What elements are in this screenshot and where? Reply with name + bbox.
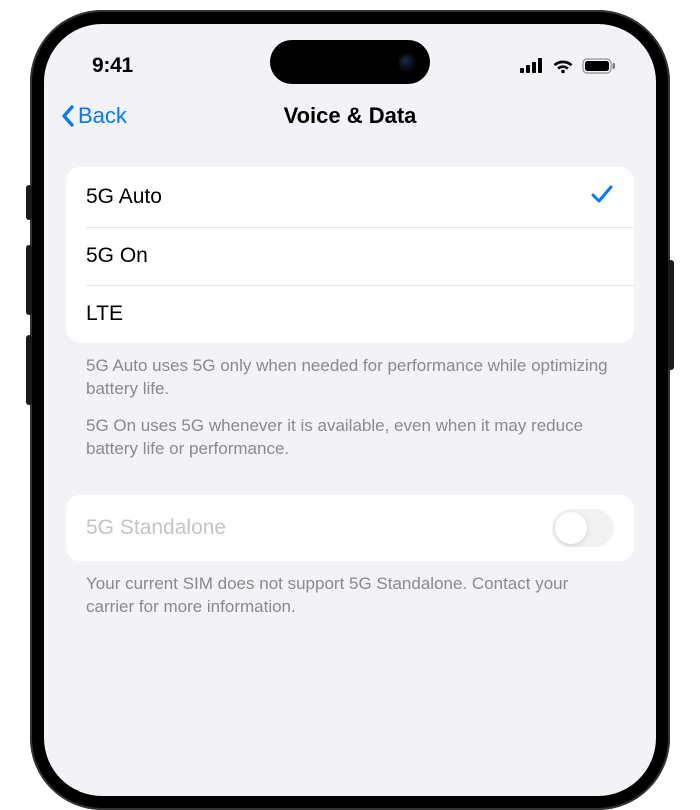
- standalone-footer: Your current SIM does not support 5G Sta…: [66, 561, 634, 619]
- dynamic-island: [270, 40, 430, 84]
- status-time: 9:41: [92, 54, 133, 78]
- toggle-knob: [555, 512, 587, 544]
- standalone-toggle-row: 5G Standalone: [66, 495, 634, 561]
- option-5g-on[interactable]: 5G On: [66, 227, 634, 285]
- standalone-toggle[interactable]: [552, 509, 614, 547]
- option-label: 5G On: [86, 244, 148, 268]
- phone-frame: 9:41: [30, 10, 670, 810]
- footer-text-1: 5G Auto uses 5G only when needed for per…: [66, 343, 634, 401]
- volume-up-button: [26, 245, 32, 315]
- back-button[interactable]: Back: [60, 103, 127, 129]
- option-lte[interactable]: LTE: [66, 285, 634, 343]
- nav-bar: Back Voice & Data: [44, 89, 656, 143]
- battery-icon: [582, 58, 616, 74]
- footer-text-2: 5G On uses 5G whenever it is available, …: [66, 401, 634, 461]
- cellular-icon: [520, 58, 544, 73]
- back-label: Back: [78, 103, 127, 129]
- screen: 9:41: [44, 24, 656, 796]
- standalone-group: 5G Standalone: [66, 495, 634, 561]
- wifi-icon: [552, 58, 574, 74]
- option-label: 5G Auto: [86, 185, 162, 209]
- content: 5G Auto 5G On LTE 5G Auto uses 5G only w…: [44, 143, 656, 619]
- spacer: [66, 461, 634, 495]
- voice-data-options-group: 5G Auto 5G On LTE: [66, 167, 634, 343]
- option-label: LTE: [86, 302, 123, 326]
- power-button: [668, 260, 674, 370]
- status-indicators: [520, 58, 616, 74]
- checkmark-icon: [590, 183, 614, 211]
- side-button: [26, 185, 32, 220]
- page-title: Voice & Data: [284, 103, 417, 129]
- chevron-left-icon: [60, 104, 76, 128]
- volume-down-button: [26, 335, 32, 405]
- standalone-label: 5G Standalone: [86, 516, 226, 540]
- front-camera: [400, 55, 414, 69]
- option-5g-auto[interactable]: 5G Auto: [66, 167, 634, 227]
